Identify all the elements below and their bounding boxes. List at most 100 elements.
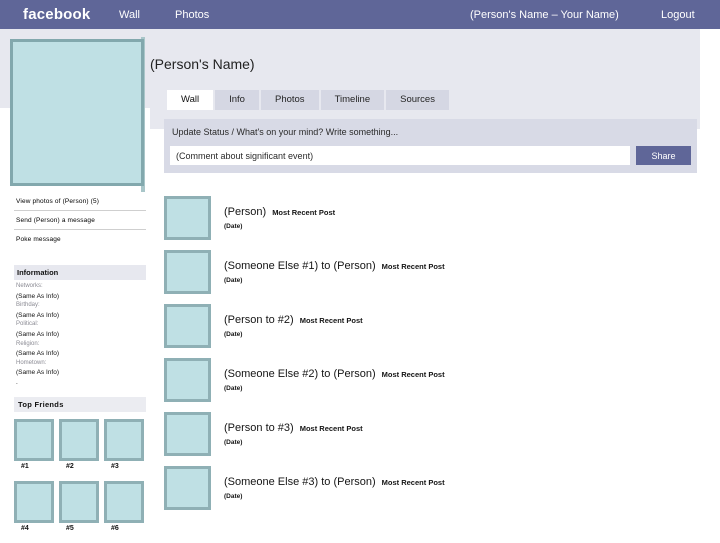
top-navigation-bar: facebook Wall Photos (Person's Name – Yo…	[0, 0, 720, 29]
information-value: (Same As Info)	[16, 330, 59, 338]
tab-wall[interactable]: Wall	[167, 90, 214, 110]
post-author-name[interactable]: (Person)	[224, 206, 266, 218]
information-key: Hometown:	[16, 359, 47, 366]
top-friends-section-header: Top Friends	[14, 397, 146, 412]
post-author-thumbnail[interactable]	[164, 358, 211, 402]
post-author-thumbnail[interactable]	[164, 196, 211, 240]
post-tag-label: Most Recent Post	[272, 208, 336, 217]
information-key: Political:	[16, 321, 39, 328]
top-friend-3[interactable]: #3	[104, 419, 144, 470]
post-headline: (Someone Else #1) to (Person) Most Recent…	[224, 256, 445, 274]
top-friend-thumbnail[interactable]	[104, 419, 144, 461]
post-date: (Date)	[224, 277, 243, 284]
information-key: Religion:	[16, 340, 40, 347]
post-author-thumbnail[interactable]	[164, 304, 211, 348]
page-title: (Person's Name)	[150, 56, 255, 72]
post-headline: (Person) Most Recent Post	[224, 202, 335, 220]
post-headline: (Person to #3) Most Recent Post	[224, 418, 363, 436]
post-date: (Date)	[224, 331, 243, 338]
information-value: (Same As Info)	[16, 369, 59, 377]
top-friend-label: #2	[66, 463, 74, 470]
wall-post: (Someone Else #2) to (Person) Most Recent…	[164, 358, 704, 412]
sidebar-link-2[interactable]: Poke message	[14, 230, 146, 248]
post-author-thumbnail[interactable]	[164, 466, 211, 510]
post-body: (Person) Most Recent Post (Date)	[224, 202, 335, 230]
post-tag-label: Most Recent Post	[381, 478, 445, 487]
wall-post: (Person to #2) Most Recent Post (Date)	[164, 304, 704, 358]
status-prompt-label: Update Status / What's on your mind? Wri…	[172, 127, 399, 137]
top-friend-label: #4	[21, 525, 29, 532]
top-friends-row: #4 #5 #6	[7, 481, 152, 543]
wall-post: (Person to #3) Most Recent Post (Date)	[164, 412, 704, 466]
post-author-name[interactable]: (Person to #2)	[224, 314, 294, 326]
post-tag-label: Most Recent Post	[381, 370, 445, 379]
profile-tab-bar: Wall Info Photos Timeline Sources	[167, 90, 451, 110]
tab-sources[interactable]: Sources	[386, 90, 449, 110]
information-key: Birthday:	[16, 302, 40, 309]
post-date: (Date)	[224, 385, 243, 392]
information-heading: Information	[17, 268, 59, 277]
current-user-label[interactable]: (Person's Name – Your Name)	[470, 9, 619, 21]
post-body: (Someone Else #1) to (Person) Most Recent…	[224, 256, 445, 284]
post-author-thumbnail[interactable]	[164, 412, 211, 456]
right-gutter	[700, 29, 720, 129]
post-headline: (Someone Else #3) to (Person) Most Recent…	[224, 472, 445, 490]
post-tag-label: Most Recent Post	[299, 316, 363, 325]
share-button[interactable]: Share	[636, 146, 691, 165]
tab-timeline[interactable]: Timeline	[320, 90, 385, 110]
post-body: (Person to #2) Most Recent Post (Date)	[224, 310, 363, 338]
status-input[interactable]	[170, 146, 630, 165]
top-friend-4[interactable]: #4	[14, 481, 54, 532]
logout-link[interactable]: Logout	[661, 9, 695, 21]
top-friend-thumbnail[interactable]	[59, 419, 99, 461]
facebook-logo[interactable]: facebook	[23, 6, 90, 23]
post-author-name[interactable]: (Someone Else #1) to (Person)	[224, 260, 376, 272]
post-date: (Date)	[224, 493, 243, 500]
top-friend-label: #6	[111, 525, 119, 532]
nav-link-photos[interactable]: Photos	[175, 9, 209, 21]
sidebar-link-1[interactable]: Send (Person) a message	[14, 211, 146, 230]
top-friends-grid: #1 #2 #3 #4 #5 #6	[7, 419, 152, 543]
post-tag-label: Most Recent Post	[299, 424, 363, 433]
tab-info[interactable]: Info	[215, 90, 259, 110]
information-value: (Same As Info)	[16, 311, 59, 319]
top-friend-label: #1	[21, 463, 29, 470]
information-list: Networks: (Same As Info) Birthday: (Same As…	[16, 282, 150, 388]
post-date: (Date)	[224, 223, 243, 230]
nav-link-wall[interactable]: Wall	[119, 9, 140, 21]
wall-feed: (Person) Most Recent Post (Date) (Someone E…	[164, 196, 704, 520]
top-friend-5[interactable]: #5	[59, 481, 99, 532]
information-value: (Same As Info)	[16, 350, 59, 358]
information-key: Networks:	[16, 283, 43, 289]
post-author-name[interactable]: (Someone Else #2) to (Person)	[224, 368, 376, 380]
post-author-name[interactable]: (Person to #3)	[224, 422, 294, 434]
sidebar-action-links: View photos of (Person) (5) Send (Person)…	[14, 192, 146, 248]
information-section-header: Information	[14, 265, 146, 280]
post-body: (Person to #3) Most Recent Post (Date)	[224, 418, 363, 446]
top-friend-6[interactable]: #6	[104, 481, 144, 532]
top-friend-thumbnail[interactable]	[104, 481, 144, 523]
top-friends-heading: Top Friends	[18, 400, 64, 409]
post-body: (Someone Else #3) to (Person) Most Recent…	[224, 472, 445, 500]
post-body: (Someone Else #2) to (Person) Most Recent…	[224, 364, 445, 392]
top-friend-label: #3	[111, 463, 119, 470]
information-value: (Same As Info)	[16, 292, 59, 300]
information-trailing: .	[16, 378, 18, 386]
wall-post: (Person) Most Recent Post (Date)	[164, 196, 704, 250]
top-friend-thumbnail[interactable]	[59, 481, 99, 523]
post-tag-label: Most Recent Post	[381, 262, 445, 271]
profile-photo[interactable]	[10, 39, 144, 186]
top-friend-1[interactable]: #1	[14, 419, 54, 470]
wall-post: (Someone Else #3) to (Person) Most Recent…	[164, 466, 704, 520]
post-author-thumbnail[interactable]	[164, 250, 211, 294]
post-date: (Date)	[224, 439, 243, 446]
top-friends-row: #1 #2 #3	[7, 419, 152, 481]
top-friend-thumbnail[interactable]	[14, 419, 54, 461]
top-friend-2[interactable]: #2	[59, 419, 99, 470]
post-headline: (Someone Else #2) to (Person) Most Recent…	[224, 364, 445, 382]
status-update-panel: Update Status / What's on your mind? Wri…	[164, 119, 697, 173]
sidebar-link-0[interactable]: View photos of (Person) (5)	[14, 192, 146, 211]
post-author-name[interactable]: (Someone Else #3) to (Person)	[224, 476, 376, 488]
top-friend-thumbnail[interactable]	[14, 481, 54, 523]
tab-photos[interactable]: Photos	[260, 90, 319, 110]
